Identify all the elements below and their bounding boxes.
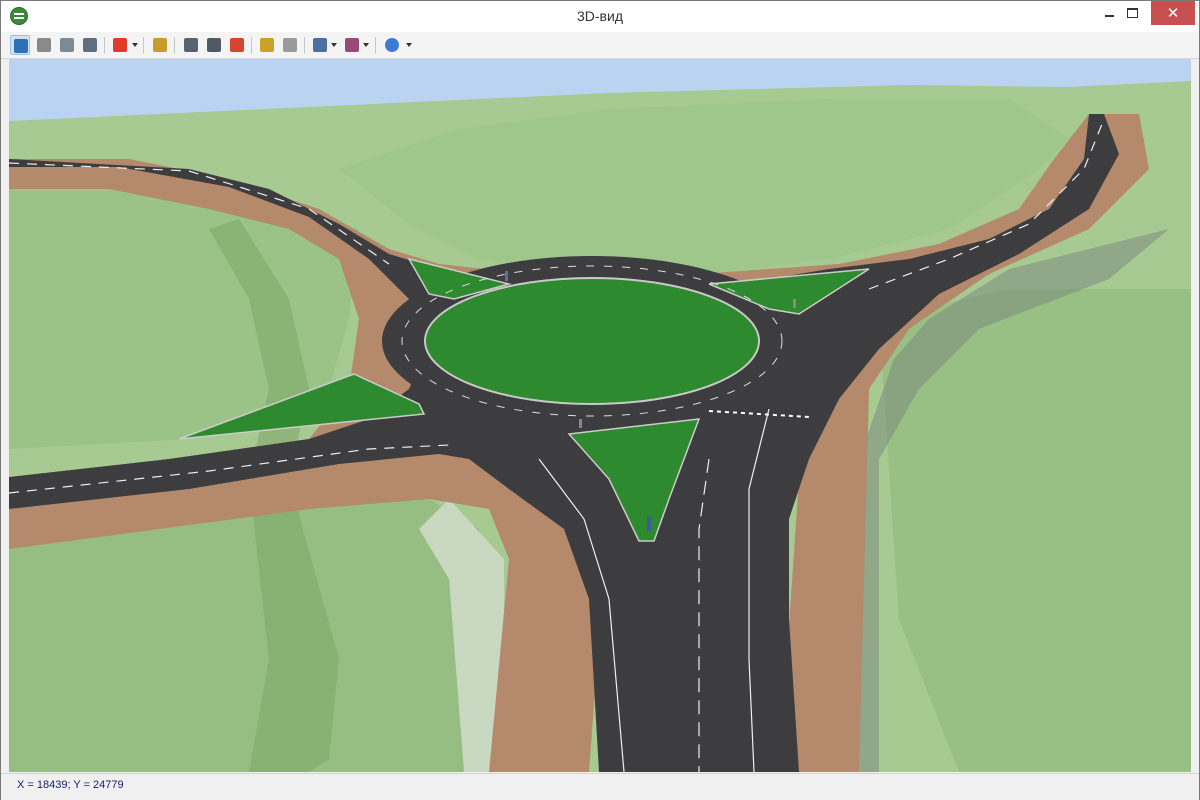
move-arrows-icon [14, 39, 28, 53]
save-view-dropdown-arrow[interactable] [363, 43, 369, 47]
pause-icon [283, 38, 297, 52]
lightning-button[interactable] [110, 35, 130, 55]
road-sign [647, 517, 651, 531]
toolbar-separator [304, 37, 305, 54]
video-camera-icon [184, 38, 198, 52]
toolbar [1, 32, 1199, 59]
compass-button[interactable] [382, 35, 402, 55]
color-palette-icon [230, 38, 244, 52]
road-sign [793, 299, 796, 308]
camera-view-icon [60, 38, 74, 52]
video-record-button[interactable] [181, 35, 201, 55]
object-properties-icon [153, 38, 167, 52]
flag-view-button[interactable] [310, 35, 330, 55]
toolbar-separator [251, 37, 252, 54]
hand-icon [37, 38, 51, 52]
lighting-button[interactable] [257, 35, 277, 55]
hand-button[interactable] [34, 35, 54, 55]
camera-view-button[interactable] [57, 35, 77, 55]
flag-icon [313, 38, 327, 52]
photo-camera-icon [207, 38, 221, 52]
toolbar-separator [375, 37, 376, 54]
pause-button[interactable] [280, 35, 300, 55]
close-button[interactable]: ✕ [1151, 1, 1195, 25]
window-title: 3D-вид [577, 8, 623, 24]
screenshot-button[interactable] [204, 35, 224, 55]
roundabout-central-island [424, 277, 760, 405]
car-icon [83, 38, 97, 52]
coordinates-readout: X = 18439; Y = 24779 [17, 779, 124, 791]
lightning-icon [113, 38, 127, 52]
compass-dropdown-arrow[interactable] [406, 43, 412, 47]
render-button[interactable] [227, 35, 247, 55]
3d-viewport[interactable] [9, 59, 1191, 772]
lightning-dropdown-arrow[interactable] [132, 43, 138, 47]
toolbar-separator [104, 37, 105, 54]
save-view-button[interactable] [342, 35, 362, 55]
toolbar-separator [143, 37, 144, 54]
object-properties-button[interactable] [150, 35, 170, 55]
app-window: 3D-вид ✕ X = 18439; Y = 24779 [0, 0, 1200, 800]
road-sign [505, 271, 508, 281]
flag-view-dropdown-arrow[interactable] [331, 43, 337, 47]
status-bar: X = 18439; Y = 24779 [1, 773, 1199, 800]
save-view-icon [345, 38, 359, 52]
compass-icon [385, 38, 399, 52]
maximize-icon [1126, 8, 1138, 18]
pan-move-button[interactable] [10, 35, 30, 55]
drive-button[interactable] [80, 35, 100, 55]
close-icon: ✕ [1166, 4, 1180, 22]
title-bar: 3D-вид ✕ [1, 1, 1199, 32]
toolbar-separator [174, 37, 175, 54]
sun-camera-icon [260, 38, 274, 52]
road-sign [579, 419, 582, 428]
maximize-button[interactable] [1109, 1, 1155, 25]
3d-scene[interactable] [9, 59, 1191, 772]
